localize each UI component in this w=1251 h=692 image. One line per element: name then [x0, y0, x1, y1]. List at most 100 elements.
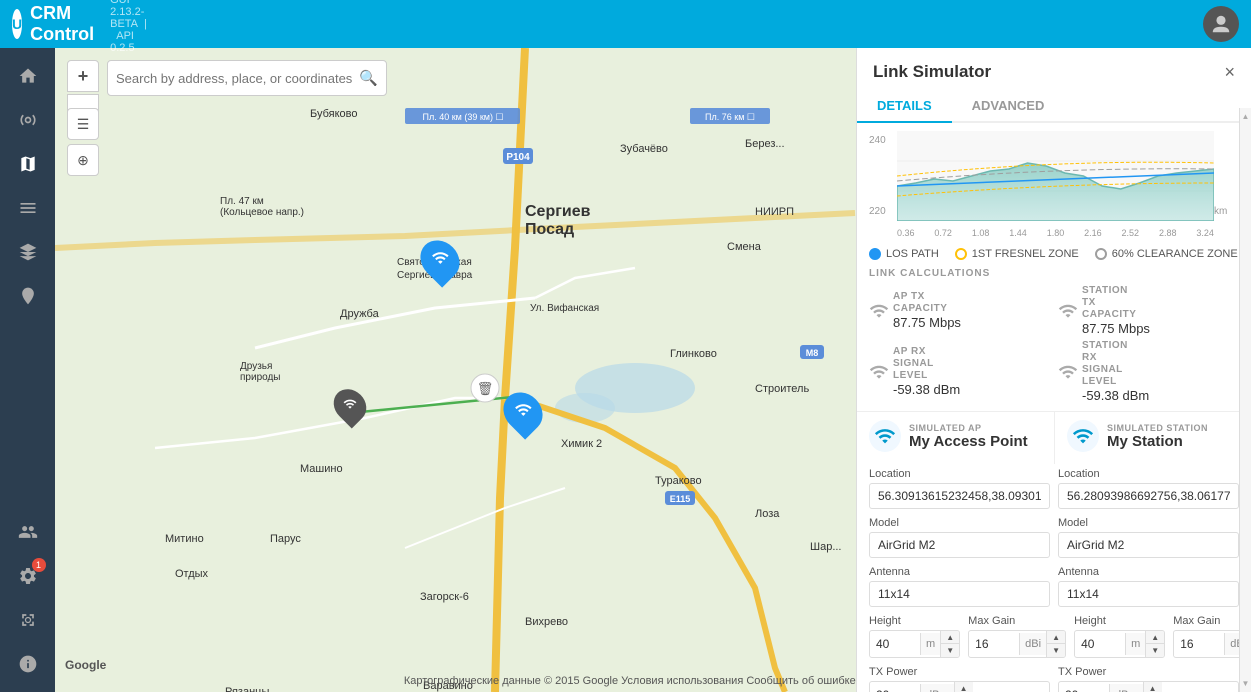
map-tool-buttons: ☰ ⊕ [67, 108, 99, 176]
station-height-group: Height m ▲ ▼ [1074, 615, 1165, 658]
sidebar-item-list[interactable] [8, 188, 48, 228]
signal-icon-3 [869, 362, 889, 382]
svg-text:Е115: Е115 [670, 494, 691, 504]
ap-location-label: Location [869, 468, 1050, 480]
location-fields: Location Location [857, 468, 1251, 513]
ap-antenna-group: Antenna [869, 566, 1050, 607]
sidebar-item-key[interactable] [8, 600, 48, 640]
ap-tx-power-label: TX Power [869, 666, 1050, 678]
map-list-button[interactable]: ☰ [67, 108, 99, 140]
ap-height-spinner-btns: ▲ ▼ [940, 631, 959, 657]
station-height-input[interactable] [1075, 632, 1125, 656]
ap-location-group: Location [869, 468, 1050, 509]
ap-maxgain-input[interactable] [969, 632, 1019, 656]
tab-details[interactable]: DETAILS [857, 90, 952, 123]
ap-antenna-label: Antenna [869, 566, 1050, 578]
ap-tx-capacity-value: 87.75 Mbps [893, 315, 961, 330]
signal-icon [869, 301, 889, 321]
sidebar-item-settings[interactable]: 1 [8, 556, 48, 596]
panel-tabs: DETAILS ADVANCED [857, 90, 1251, 123]
sim-devices-row: SIMULATED AP My Access Point SIMULATED S… [857, 411, 1251, 464]
station-height-maxgain: Height m ▲ ▼ Max Gain [1074, 615, 1251, 658]
map-layers-button[interactable]: ⊕ [67, 144, 99, 176]
tab-advanced[interactable]: ADVANCED [952, 90, 1065, 123]
svg-text:P104: P104 [506, 152, 530, 163]
ap-marker[interactable] [422, 239, 458, 281]
station-tx-power-group: TX Power dBm ▲ ▼ [1058, 666, 1239, 692]
sidebar-item-users[interactable] [8, 512, 48, 552]
chart-x-2.16: 2.16 [1084, 228, 1102, 238]
simulated-ap: SIMULATED AP My Access Point [857, 412, 1054, 464]
station-marker[interactable] [505, 391, 541, 433]
sidebar-item-network[interactable] [8, 100, 48, 140]
sidebar-item-layers[interactable] [8, 232, 48, 272]
ap-tx-power-up[interactable]: ▲ [955, 682, 973, 692]
link-calc-label: LINK CALCULATIONS [869, 268, 1239, 279]
ap-maxgain-down[interactable]: ▼ [1047, 644, 1065, 657]
sidebar-item-info[interactable] [8, 644, 48, 684]
station-height-unit: m [1125, 633, 1145, 655]
simulated-station: SIMULATED STATION My Station [1054, 412, 1251, 464]
station-maxgain-input[interactable] [1174, 632, 1224, 656]
version-info: GUI 2.13.2-BETA | API 0.2.5 [110, 0, 158, 54]
ap-model-input[interactable] [869, 532, 1050, 558]
ap-rx-signal-value: -59.38 dBm [893, 382, 960, 397]
sidebar-item-poi[interactable] [8, 276, 48, 316]
chart-legend: LOS PATH 1ST FRESNEL ZONE 60% CLEARANCE … [857, 244, 1251, 268]
ap-height-up[interactable]: ▲ [941, 631, 959, 644]
user-avatar[interactable] [1203, 6, 1239, 42]
station-rx-signal-value: -59.38 dBm [1082, 388, 1149, 403]
app-name: CRM Control [30, 3, 94, 45]
station-height-down[interactable]: ▼ [1146, 644, 1164, 657]
ap-tx-power-group: TX Power dBm ▲ ▼ [869, 666, 1050, 692]
station-height-up[interactable]: ▲ [1146, 631, 1164, 644]
ap-antenna-input[interactable] [869, 581, 1050, 607]
panel-title: Link Simulator [873, 62, 991, 82]
ap-maxgain-up[interactable]: ▲ [1047, 631, 1065, 644]
station-location-input[interactable] [1058, 483, 1239, 509]
scroll-up-arrow[interactable]: ▲ [1242, 112, 1250, 121]
station-tx-power-spinner: dBm ▲ ▼ [1058, 681, 1239, 692]
chart-x-2.88: 2.88 [1159, 228, 1177, 238]
sidebar-item-map[interactable] [8, 144, 48, 184]
station-tx-capacity-item: STATION TXCAPACITY 87.75 Mbps [1058, 285, 1239, 336]
ap-height-input[interactable] [870, 632, 920, 656]
ap-location-input[interactable] [869, 483, 1050, 509]
ap-tx-power-input[interactable] [870, 683, 920, 692]
secondary-marker[interactable] [335, 388, 365, 423]
legend-fresnel: 1ST FRESNEL ZONE [955, 248, 1079, 260]
zoom-in-button[interactable]: + [67, 60, 99, 92]
search-input[interactable] [116, 71, 359, 86]
ap-tx-power-unit: dBm [920, 684, 954, 692]
ap-tx-power-spinner: dBm ▲ ▼ [869, 681, 1050, 692]
ap-height-maxgain: Height m ▲ ▼ Max Gain [869, 615, 1066, 658]
panel-scrollbar[interactable]: ▲ ▼ [1239, 108, 1251, 692]
map-search[interactable]: 🔍 [107, 60, 387, 96]
antenna-fields: Antenna Antenna [857, 562, 1251, 611]
height-maxgain-fields: Height m ▲ ▼ Max Gain [857, 611, 1251, 662]
station-location-group: Location [1058, 468, 1239, 509]
ap-device-icon [869, 420, 901, 452]
ap-maxgain-unit: dBi [1019, 633, 1046, 655]
left-sidebar: 1 [0, 48, 55, 692]
panel-close-button[interactable]: × [1224, 63, 1235, 81]
svg-text:Пл. 40 км (39 км) ☐: Пл. 40 км (39 км) ☐ [422, 112, 503, 122]
station-tx-power-input[interactable] [1059, 683, 1109, 692]
scroll-down-arrow[interactable]: ▼ [1242, 679, 1250, 688]
station-location-label: Location [1058, 468, 1239, 480]
svg-text:🗑: 🗑 [477, 381, 494, 396]
ap-height-down[interactable]: ▼ [941, 644, 959, 657]
station-model-label: Model [1058, 517, 1239, 529]
station-model-input[interactable] [1058, 532, 1239, 558]
ap-tx-power-spinner-btns: ▲ ▼ [954, 682, 973, 692]
ap-maxgain-label: Max Gain [968, 615, 1066, 627]
station-type-label: SIMULATED STATION [1107, 423, 1208, 433]
station-antenna-input[interactable] [1058, 581, 1239, 607]
ap-tx-capacity-label: AP TXCAPACITY [893, 291, 948, 315]
station-device-icon [1067, 420, 1099, 452]
station-tx-power-up[interactable]: ▲ [1144, 682, 1162, 692]
ap-type-label: SIMULATED AP [909, 423, 1028, 433]
legend-los-label: LOS PATH [886, 248, 939, 260]
station-tx-power-label: TX Power [1058, 666, 1239, 678]
sidebar-item-home[interactable] [8, 56, 48, 96]
